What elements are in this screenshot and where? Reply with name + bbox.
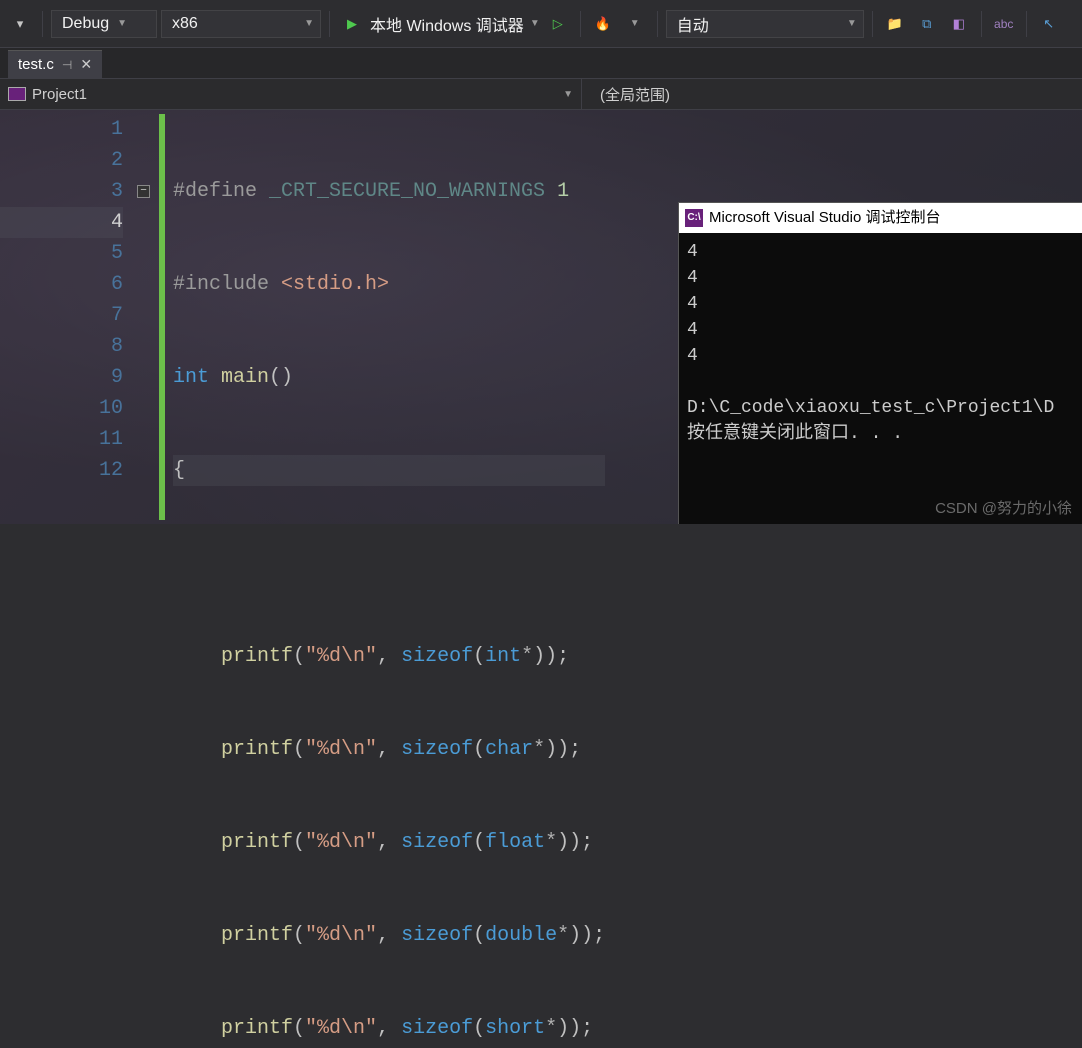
auto-dropdown[interactable]: 自动 ▼ [666,10,864,38]
folder-icon[interactable]: 📁 [881,10,909,38]
close-icon[interactable]: ✕ [80,56,92,73]
code-line: int main() [173,362,605,393]
start-debug-button[interactable]: ▶ [338,10,366,38]
separator [872,11,873,37]
pin-icon[interactable]: ⊣ [62,58,72,72]
tab-filename: test.c [18,56,54,73]
line-number: 5 [0,238,123,269]
debugger-target-button[interactable]: 本地 Windows 调试器 ▼ [370,12,540,36]
debugger-target-label: 本地 Windows 调试器 [370,12,524,36]
start-without-debug-button[interactable]: ▷ [544,10,572,38]
console-output[interactable]: 4 4 4 4 4 D:\C_code\xiaoxu_test_c\Projec… [679,233,1082,453]
project-name: Project1 [32,86,87,103]
console-app-icon: C:\ [685,209,703,227]
separator [329,11,330,37]
scope-dropdown[interactable]: (全局范围) [582,84,670,105]
console-line: D:\C_code\xiaoxu_test_c\Project1\D [687,398,1054,418]
code-line: printf("%d\n", sizeof(int*)); [173,641,605,672]
auto-label: 自动 [677,12,709,36]
code-line: printf("%d\n", sizeof(char*)); [173,734,605,765]
line-number: 12 [0,455,123,486]
tool-icon[interactable]: ◧ [945,10,973,38]
fold-toggle[interactable]: − [137,185,150,198]
chevron-down-icon: ▼ [530,18,540,29]
line-number: 11 [0,424,123,455]
console-line: 4 [687,242,698,262]
cursor-arrow-icon[interactable]: ↖ [1035,10,1063,38]
chevron-down-icon: ▼ [847,18,857,29]
platform-dropdown[interactable]: x86 ▼ [161,10,321,38]
separator [657,11,658,37]
code-line: printf("%d\n", sizeof(double*)); [173,920,605,951]
line-number-gutter: 1 2 3 4 5 6 7 8 9 10 11 12 [0,110,135,524]
line-number: 4 [0,207,123,238]
chevron-down-icon: ▼ [304,18,314,29]
build-config-dropdown[interactable]: Debug ▼ [51,10,157,38]
hot-reload-dropdown[interactable]: ▼ [621,10,649,38]
project-icon [8,87,26,101]
scope-label: (全局范围) [600,87,670,104]
editor-navbar: Project1 ▼ (全局范围) [0,78,1082,110]
console-line: 4 [687,346,698,366]
chevron-down-icon: ▼ [563,89,573,100]
code-line: #define _CRT_SECURE_NO_WARNINGS 1 [173,176,605,207]
code-line: printf("%d\n", sizeof(short*)); [173,1013,605,1044]
line-number: 8 [0,331,123,362]
line-number: 3 [0,176,123,207]
code-line: { [173,455,605,486]
code-line: #include <stdio.h> [173,269,605,300]
separator [42,11,43,37]
console-line: 4 [687,320,698,340]
history-back-icon[interactable]: ▾ [6,10,34,38]
chevron-down-icon: ▼ [117,18,127,29]
debug-console-window: C:\ Microsoft Visual Studio 调试控制台 4 4 4 … [678,202,1082,524]
tab-file[interactable]: test.c ⊣ ✕ [8,50,102,78]
separator [981,11,982,37]
console-line: 4 [687,268,698,288]
main-toolbar: ▾ Debug ▼ x86 ▼ ▶ 本地 Windows 调试器 ▼ ▷ 🔥 ▼… [0,0,1082,48]
line-number: 7 [0,300,123,331]
line-number: 1 [0,114,123,145]
platform-label: x86 [172,15,198,33]
console-titlebar[interactable]: C:\ Microsoft Visual Studio 调试控制台 [679,203,1082,233]
console-line: 按任意键关闭此窗口. . . [687,424,903,444]
hot-reload-icon[interactable]: 🔥 [589,10,617,38]
watermark-text: CSDN @努力的小徐 [935,497,1072,518]
line-number: 6 [0,269,123,300]
tab-bar: test.c ⊣ ✕ [0,48,1082,78]
project-scope-dropdown[interactable]: Project1 ▼ [0,79,582,109]
line-number: 2 [0,145,123,176]
separator [580,11,581,37]
console-line: 4 [687,294,698,314]
window-sync-icon[interactable]: ⧉ [913,10,941,38]
console-title-text: Microsoft Visual Studio 调试控制台 [709,205,940,231]
abc-format-icon[interactable]: abc [990,10,1018,38]
code-line: printf("%d\n", sizeof(float*)); [173,827,605,858]
line-number: 9 [0,362,123,393]
code-content[interactable]: #define _CRT_SECURE_NO_WARNINGS 1 #inclu… [165,110,605,524]
code-line [173,548,605,579]
line-number: 10 [0,393,123,424]
fold-column: − [135,110,159,524]
separator [1026,11,1027,37]
build-config-label: Debug [62,15,109,33]
